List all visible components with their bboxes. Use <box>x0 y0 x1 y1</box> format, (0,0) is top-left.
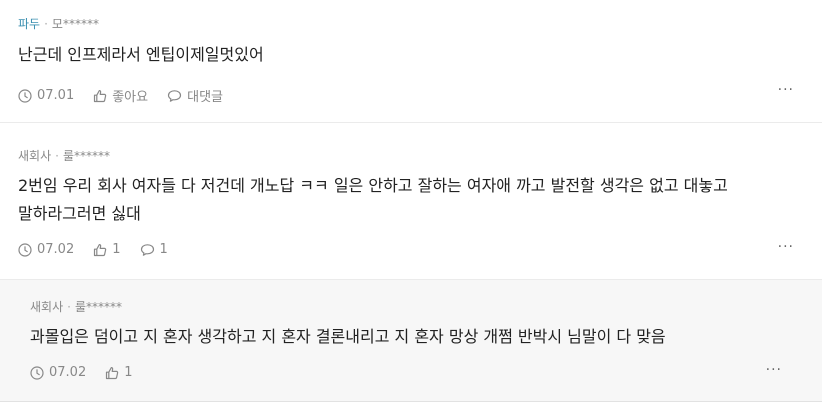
company-name[interactable]: 파두 <box>18 16 40 32</box>
reply-label: 대댓글 <box>187 90 223 105</box>
thumbs-up-icon <box>94 243 107 256</box>
comment-text: 2번임 우리 회사 여자들 다 저건데 개노답 ㅋㅋ 일은 안하고 잘하는 여자… <box>18 176 728 223</box>
like-button[interactable]: 좋아요 <box>93 86 148 105</box>
reply-button[interactable]: 1 <box>140 242 168 257</box>
meta-separator: · <box>67 300 71 314</box>
reply-button[interactable]: 대댓글 <box>167 86 223 105</box>
thumbs-up-icon <box>106 366 119 379</box>
speech-bubble-icon <box>168 89 182 102</box>
like-count: 1 <box>112 242 121 257</box>
comment-date: 07.02 <box>18 242 74 257</box>
comment-actions: 07.02 1 <box>30 365 822 380</box>
date-text: 07.02 <box>37 242 75 257</box>
reply-comment: 새회사 · 룰****** 과몰입은 덤이고 지 혼자 생각하고 지 혼자 결론… <box>0 280 822 402</box>
clock-icon <box>18 242 32 257</box>
company-name[interactable]: 새회사 <box>18 148 51 164</box>
meta-separator: · <box>44 17 48 31</box>
author-name: 모****** <box>51 17 99 31</box>
more-options-button[interactable]: ··· <box>778 239 794 255</box>
comment-date: 07.02 <box>30 365 86 380</box>
comment-meta: 새회사 · 룰****** <box>30 280 822 315</box>
speech-bubble-icon <box>140 243 154 256</box>
more-options-button[interactable]: ··· <box>766 362 782 378</box>
reply-count: 1 <box>159 242 168 257</box>
comment-date: 07.01 <box>18 88 74 103</box>
like-label: 좋아요 <box>112 90 149 105</box>
comment-meta: 파두 · 모****** <box>18 0 822 32</box>
thumbs-up-icon <box>94 89 107 102</box>
clock-icon <box>18 88 32 103</box>
like-button[interactable]: 1 <box>93 242 121 257</box>
comment-text: 난근데 인프제라서 엔팁이제일멋있어 <box>18 45 264 64</box>
comment: 새회사 · 룰****** 2번임 우리 회사 여자들 다 저건데 개노답 ㅋㅋ… <box>0 123 822 280</box>
clock-icon <box>30 365 44 380</box>
comment-meta: 새회사 · 룰****** <box>18 123 822 164</box>
author-name: 룰****** <box>74 300 122 314</box>
company-name[interactable]: 새회사 <box>30 299 63 315</box>
like-button[interactable]: 1 <box>105 365 133 380</box>
more-options-button[interactable]: ··· <box>778 82 794 98</box>
like-count: 1 <box>124 365 133 380</box>
comment-actions: 07.01 좋아요 대댓글 <box>18 86 822 105</box>
comment-actions: 07.02 1 1 <box>18 242 822 257</box>
comment: 파두 · 모****** 난근데 인프제라서 엔팁이제일멋있어 07.01 좋아… <box>0 0 822 123</box>
meta-separator: · <box>55 149 59 163</box>
date-text: 07.01 <box>37 88 75 103</box>
comment-text: 과몰입은 덤이고 지 혼자 생각하고 지 혼자 결론내리고 지 혼자 망상 개쩜… <box>30 327 666 346</box>
date-text: 07.02 <box>49 365 87 380</box>
author-name: 룰****** <box>62 149 110 163</box>
